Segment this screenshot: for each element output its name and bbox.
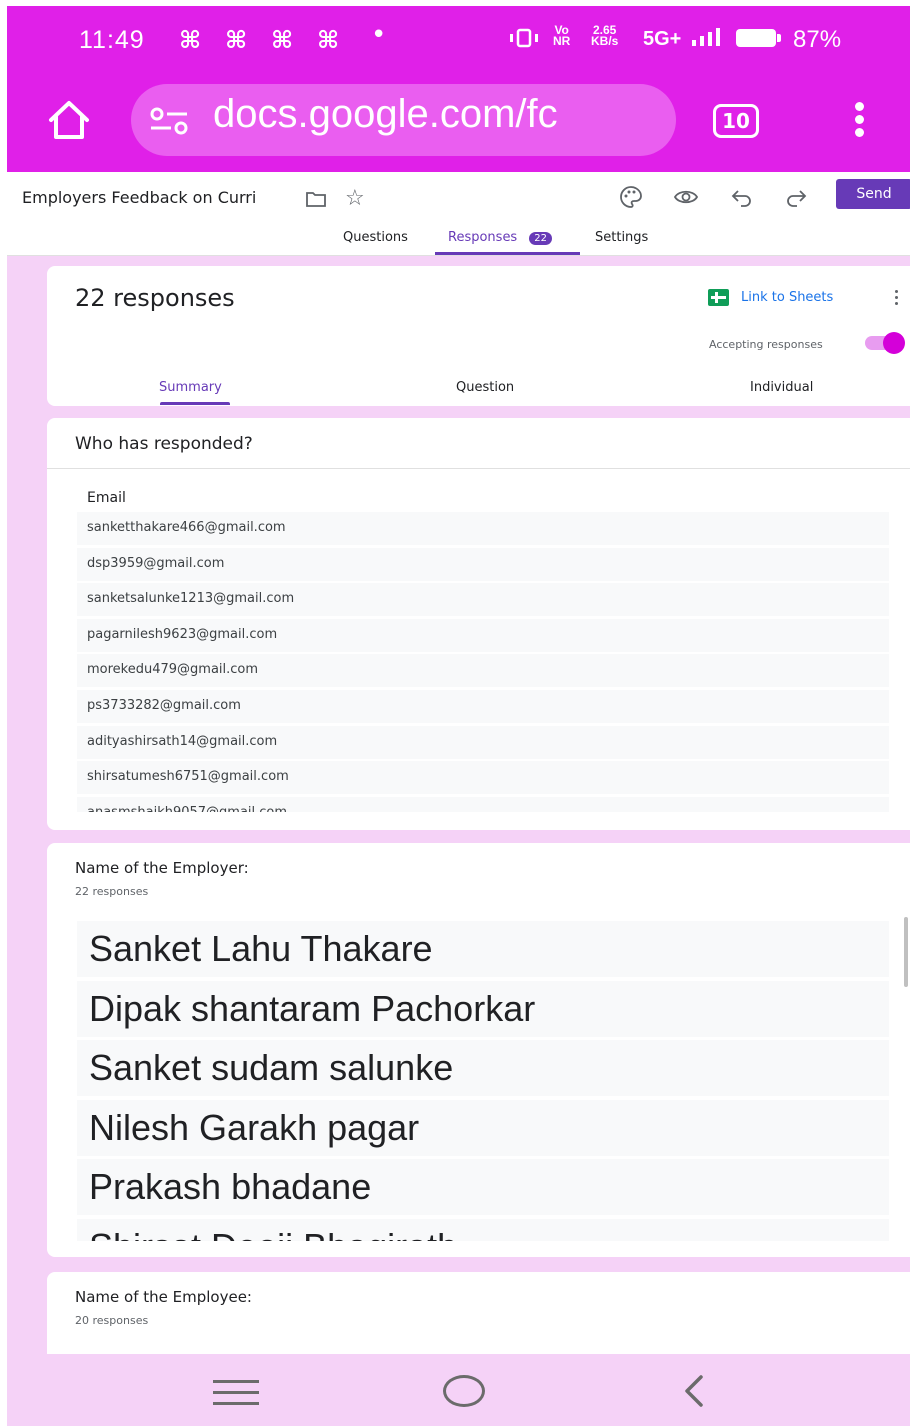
undo-icon[interactable] xyxy=(729,184,755,210)
site-settings-icon[interactable] xyxy=(149,106,189,136)
employee-name-card: Name of the Employee: 20 responses xyxy=(47,1272,910,1354)
home-icon[interactable] xyxy=(45,98,93,142)
app-notification-icon: ⌘ xyxy=(271,26,294,54)
question-response-count: 20 responses xyxy=(75,1314,149,1327)
address-field[interactable]: docs.google.com/fc xyxy=(131,84,676,156)
data-speed-unit: KB/s xyxy=(591,34,619,48)
question-title: Name of the Employee: xyxy=(75,1288,252,1306)
email-row: dsp3959@gmail.com xyxy=(77,547,889,581)
battery-icon xyxy=(736,29,781,47)
browser-menu-icon[interactable] xyxy=(853,102,865,142)
employer-name-card: Name of the Employer: 22 responses Sanke… xyxy=(47,843,910,1257)
volte-bottom: NR xyxy=(553,34,571,48)
volte-icon: Vo NR xyxy=(553,24,571,48)
responses-summary-card: 22 responses Link to Sheets Accepting re… xyxy=(47,266,910,406)
more-options-icon[interactable] xyxy=(895,290,899,306)
recent-apps-icon[interactable] xyxy=(213,1380,259,1406)
redo-icon[interactable] xyxy=(783,184,809,210)
url-bar: docs.google.com/fc 10 xyxy=(7,76,910,172)
app-notification-icon: ⌘ xyxy=(317,26,340,54)
answer-row: Nilesh Garakh pagar xyxy=(77,1099,889,1156)
sheets-icon[interactable] xyxy=(708,289,729,306)
tab-question[interactable]: Question xyxy=(456,380,514,395)
url-text: docs.google.com/fc xyxy=(213,92,558,136)
link-to-sheets-button[interactable]: Link to Sheets xyxy=(741,290,833,305)
tab-responses[interactable]: Responses 22 xyxy=(448,230,552,245)
responses-content[interactable]: 22 responses Link to Sheets Accepting re… xyxy=(7,256,910,1354)
divider xyxy=(47,468,910,469)
form-title[interactable]: Employers Feedback on Curri xyxy=(22,188,302,207)
system-navigation-bar xyxy=(7,1354,910,1426)
back-icon[interactable] xyxy=(675,1374,715,1408)
tab-questions[interactable]: Questions xyxy=(343,230,408,245)
answer-row: Shirsat Deoji Bhagirath xyxy=(77,1218,889,1241)
email-row: anasmshaikh9057@gmail.com xyxy=(77,796,889,812)
email-row: shirsatumesh6751@gmail.com xyxy=(77,761,889,795)
accepting-responses-toggle[interactable] xyxy=(865,332,905,354)
clock: 11:49 xyxy=(79,26,145,54)
star-icon[interactable]: ☆ xyxy=(345,186,365,211)
home-button-icon[interactable] xyxy=(443,1375,485,1407)
email-column-header: Email xyxy=(87,490,126,506)
answer-row: Prakash bhadane xyxy=(77,1159,889,1216)
battery-percent: 87% xyxy=(793,26,842,53)
send-button[interactable]: Send xyxy=(836,179,910,209)
question-response-count: 22 responses xyxy=(75,885,149,898)
app-notification-icon: ⌘ xyxy=(225,26,248,54)
question-title: Name of the Employer: xyxy=(75,859,249,877)
tab-individual[interactable]: Individual xyxy=(750,380,813,395)
responses-count-badge: 22 xyxy=(529,232,552,245)
answer-row: Sanket Lahu Thakare xyxy=(77,921,889,977)
who-responded-card: Who has responded? Email sanketthakare46… xyxy=(47,418,910,830)
vibrate-icon xyxy=(510,28,538,48)
app-notification-icon: ⌘ xyxy=(179,26,202,54)
tab-settings[interactable]: Settings xyxy=(595,230,648,245)
accepting-responses-label: Accepting responses xyxy=(709,338,823,351)
email-row: sanketthakare466@gmail.com xyxy=(77,512,889,545)
forms-header: Employers Feedback on Curri ☆ Send Quest… xyxy=(7,172,910,256)
preview-eye-icon[interactable] xyxy=(673,184,699,210)
email-row: pagarnilesh9623@gmail.com xyxy=(77,618,889,652)
folder-icon[interactable] xyxy=(305,190,327,208)
palette-icon[interactable] xyxy=(618,184,644,210)
answer-list[interactable]: Sanket Lahu Thakare Dipak shantaram Pach… xyxy=(77,921,889,1241)
tab-responses-label: Responses xyxy=(448,230,518,245)
who-responded-title: Who has responded? xyxy=(75,434,253,454)
network-type: 5G+ xyxy=(643,28,682,50)
email-list[interactable]: sanketthakare466@gmail.com dsp3959@gmail… xyxy=(77,512,889,812)
data-speed: 2.65 KB/s xyxy=(591,24,619,48)
active-tab-indicator xyxy=(435,252,580,255)
scrollbar[interactable] xyxy=(904,917,908,987)
tab-summary[interactable]: Summary xyxy=(159,380,222,395)
answer-row: Sanket sudam salunke xyxy=(77,1040,889,1097)
tab-switcher-button[interactable]: 10 xyxy=(713,104,759,138)
email-row: adityashirsath14@gmail.com xyxy=(77,725,889,759)
answer-row: Dipak shantaram Pachorkar xyxy=(77,980,889,1037)
signal-icon xyxy=(692,28,720,46)
email-row: sanketsalunke1213@gmail.com xyxy=(77,583,889,617)
email-row: morekedu479@gmail.com xyxy=(77,654,889,688)
summary-tab-indicator xyxy=(160,402,230,405)
more-notifications-dot: • xyxy=(371,20,387,50)
browser-chrome: 11:49 ⌘ ⌘ ⌘ ⌘ • Vo NR 2.65 KB/s 5G+ 87% xyxy=(7,6,910,172)
email-row: ps3733282@gmail.com xyxy=(77,689,889,723)
responses-count-title: 22 responses xyxy=(75,284,235,312)
status-bar: 11:49 ⌘ ⌘ ⌘ ⌘ • Vo NR 2.65 KB/s 5G+ 87% xyxy=(7,6,910,70)
